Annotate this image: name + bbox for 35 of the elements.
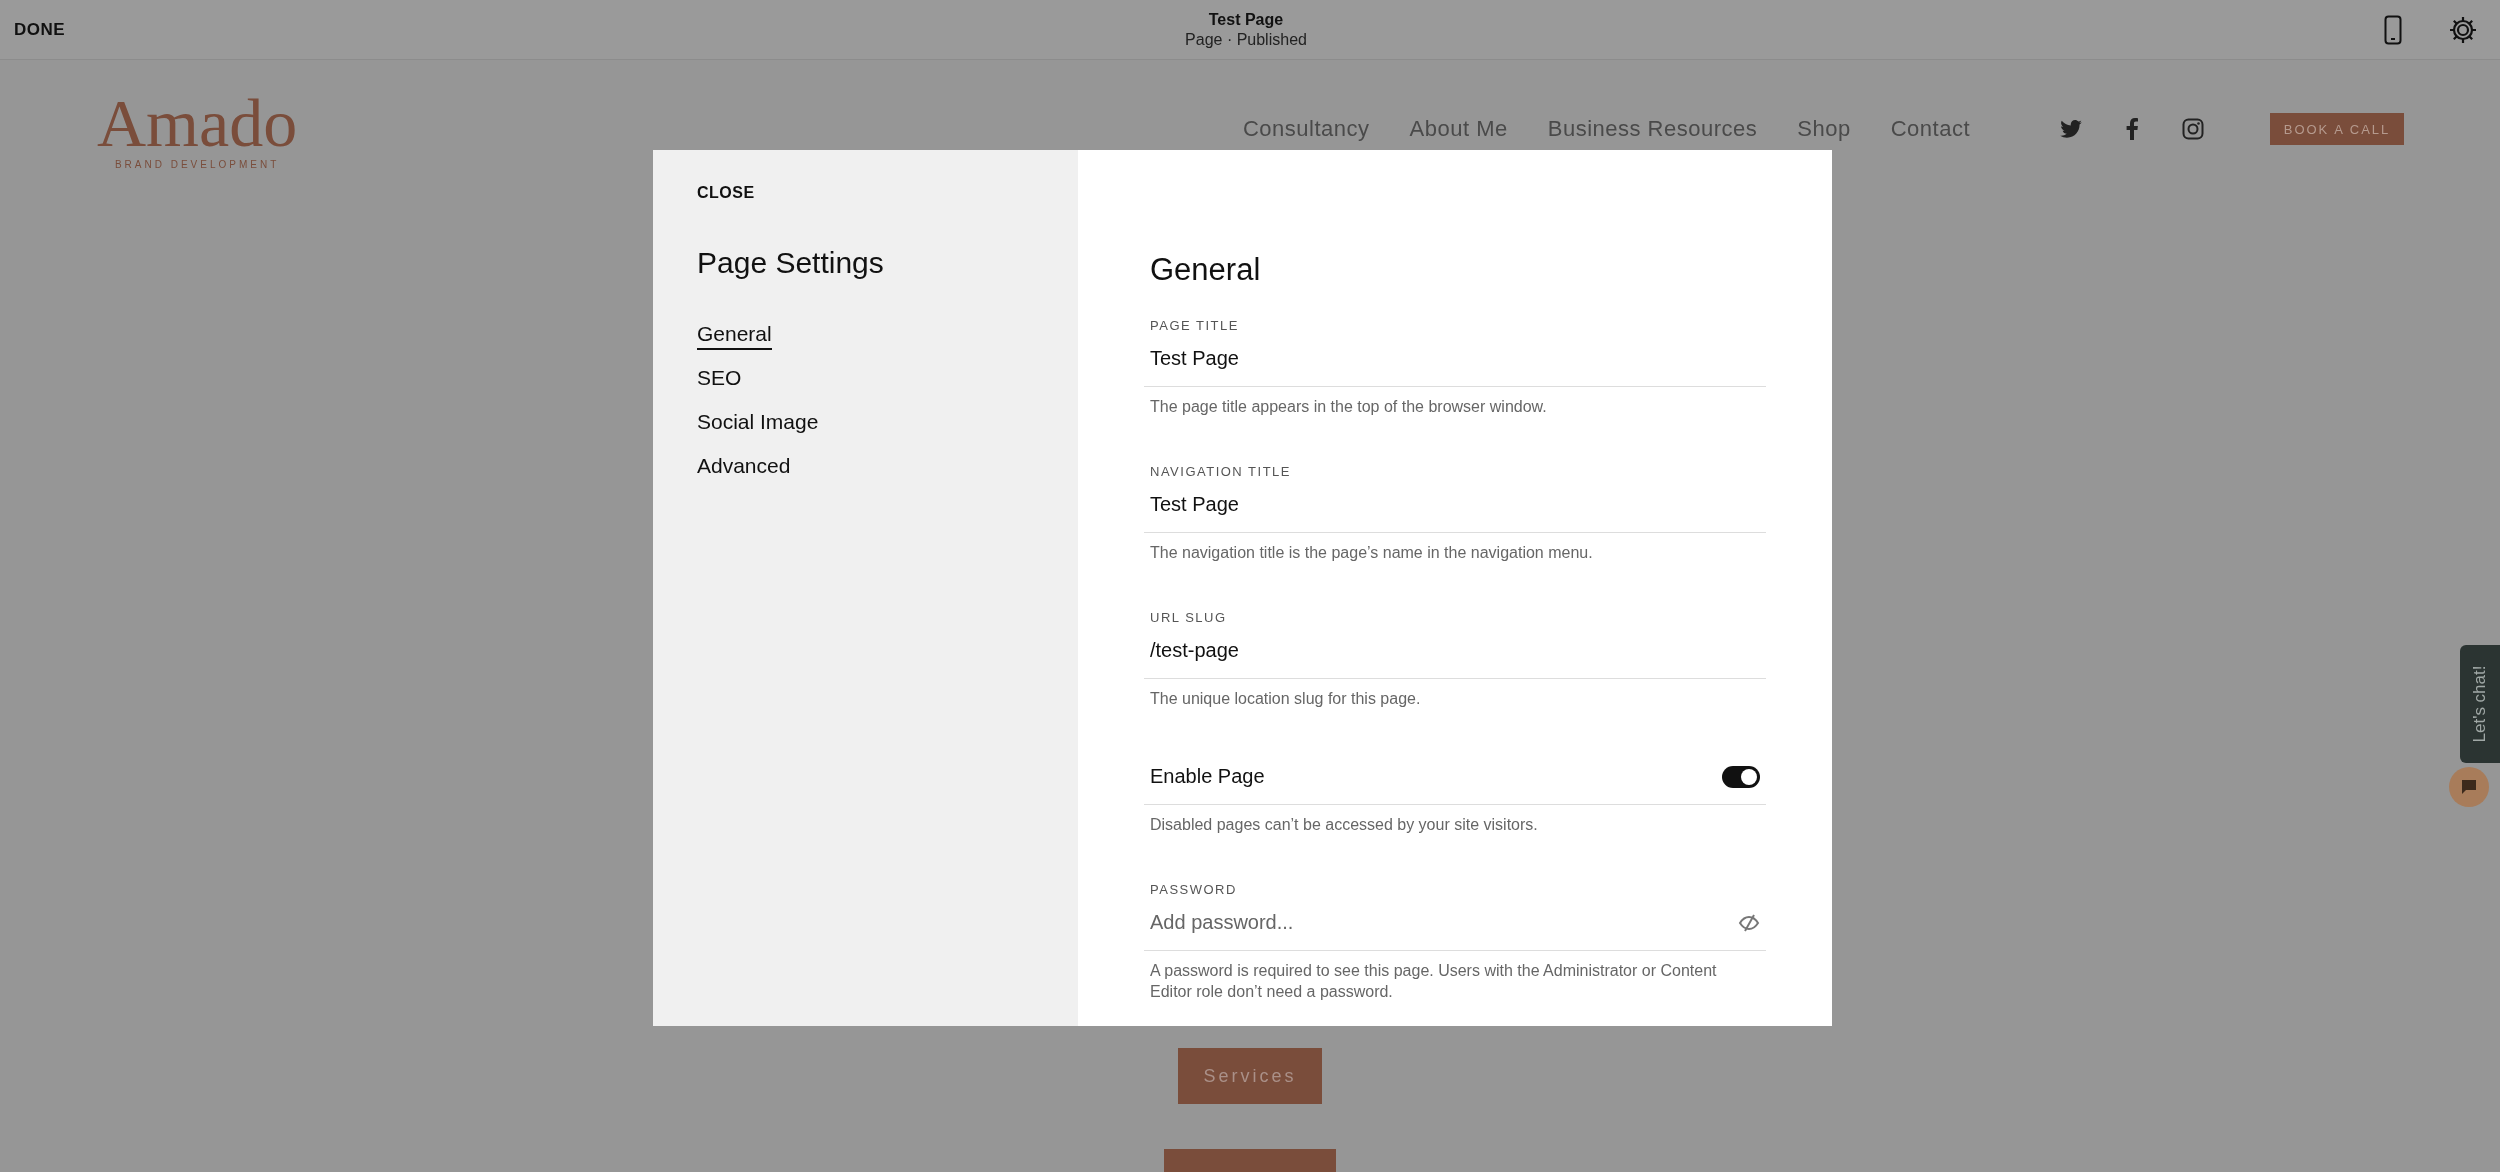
section-heading: General bbox=[1150, 252, 1262, 288]
field-label: PAGE TITLE bbox=[1150, 318, 1240, 333]
settings-nav-tab[interactable]: General bbox=[697, 322, 772, 350]
chat-tab[interactable]: Let's chat! bbox=[2460, 645, 2500, 763]
settings-nav-tab[interactable]: SEO bbox=[697, 366, 742, 394]
settings-nav-tab[interactable]: Social Image bbox=[697, 410, 819, 438]
speech-bubble-icon bbox=[2460, 778, 2478, 796]
helper-text: The navigation title is the page’s name in the navigation menu. bbox=[1150, 542, 1594, 563]
bird-icon[interactable] bbox=[2060, 120, 2082, 138]
helper-text: The page title appears in the top of the browser window. bbox=[1150, 397, 1548, 417]
dialog-title: Page Settings bbox=[697, 246, 884, 280]
field-label: URL SLUG bbox=[1150, 609, 1228, 625]
password-field[interactable]: Add password... bbox=[1150, 911, 1738, 935]
page-title: Test Page bbox=[1208, 10, 1284, 29]
chat-button[interactable] bbox=[2449, 767, 2489, 807]
helper-text: The unique location slug for this page. bbox=[1150, 688, 1422, 709]
text-field[interactable]: Test Page bbox=[1144, 478, 1766, 533]
helper-text: Disabled pages can’t be accessed by your site visitors. bbox=[1150, 815, 1539, 836]
close-button[interactable]: CLOSE bbox=[697, 184, 755, 202]
camera-icon[interactable] bbox=[2182, 118, 2204, 140]
settings-icon[interactable] bbox=[2448, 14, 2478, 45]
f-letter-icon[interactable] bbox=[2126, 118, 2138, 140]
page-status: Page · Published bbox=[1185, 30, 1307, 49]
logo-tagline: BRAND DEVELOPMENT bbox=[114, 158, 280, 170]
settings-nav-tab[interactable]: Advanced bbox=[697, 454, 791, 482]
field-label: NAVIGATION TITLE bbox=[1150, 463, 1293, 479]
text-field[interactable]: Test Page bbox=[1144, 333, 1766, 387]
helper-text: A password is required to see this page. Users with the Administrator or Content Editor role don’t need a password. bbox=[1150, 961, 1718, 1002]
mobile-preview-icon[interactable] bbox=[2384, 14, 2402, 45]
text-field[interactable]: /test-page bbox=[1144, 624, 1766, 679]
done-button[interactable]: DONE bbox=[14, 19, 214, 40]
chat-label: Let's chat! bbox=[2470, 665, 2490, 743]
toggle-switch[interactable] bbox=[1722, 765, 1760, 788]
field-label: PASSWORD bbox=[1150, 882, 1238, 898]
toggle-label: Enable Page bbox=[1150, 765, 1265, 789]
